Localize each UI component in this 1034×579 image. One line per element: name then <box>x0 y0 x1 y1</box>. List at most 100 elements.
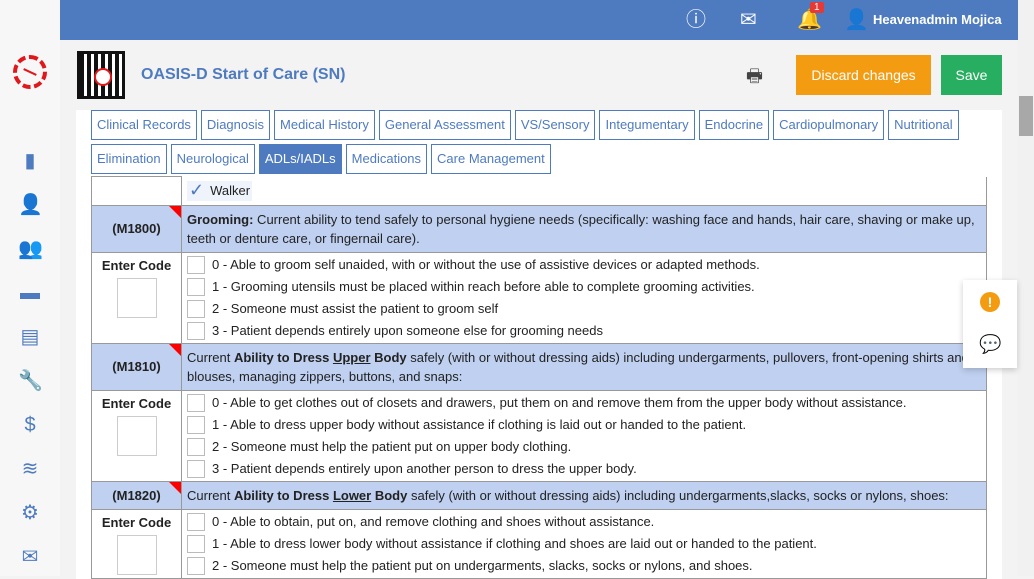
option-0[interactable]: 0 - Able to get clothes out of closets a… <box>182 392 986 414</box>
warning-icon[interactable]: ! <box>980 292 1000 312</box>
question-m1810-options: Enter Code 0 - Able to get clothes out o… <box>91 389 987 482</box>
option-label: 3 - Patient depends entirely upon anothe… <box>212 461 637 476</box>
scrollbar[interactable] <box>1018 0 1034 576</box>
qr-code <box>77 51 125 99</box>
question-m1820-options: Enter Code 0 - Able to obtain, put on, a… <box>91 508 987 579</box>
option-label: 0 - Able to groom self unaided, with or … <box>212 257 760 272</box>
mail-icon[interactable]: ✉ <box>18 545 42 569</box>
option-label: 2 - Someone must help the patient put on… <box>212 439 572 454</box>
page-title: OASIS-D Start of Care (SN) <box>141 66 346 83</box>
enter-code-input[interactable] <box>116 277 157 318</box>
question-m1810-header: (M1810) Current Ability to Dress Upper B… <box>91 342 987 391</box>
checkbox[interactable] <box>187 556 205 575</box>
option-label: 1 - Grooming utensils must be placed wit… <box>212 279 755 294</box>
checkbox[interactable] <box>187 299 205 318</box>
mail-icon[interactable]: ✉ <box>740 8 757 32</box>
oasis-form-table: ✓ Walker (M1800) Grooming: Current abilit… <box>91 176 987 579</box>
top-bar: ⓘ ✉ 🔔 1 👤 Heavenadmin Mojica <box>60 0 1018 40</box>
question-text: Current Ability to Dress Upper Body safe… <box>181 342 987 391</box>
enter-code-input[interactable] <box>116 415 157 456</box>
question-m1800-header: (M1800) Grooming: Current ability to ten… <box>91 204 987 253</box>
option-3[interactable]: 3 - Patient depends entirely upon anothe… <box>182 458 986 480</box>
option-label: 2 - Someone must help the patient put on… <box>212 558 753 573</box>
option-label: 3 - Patient depends entirely upon someon… <box>212 323 603 338</box>
option-3[interactable]: 3 - Patient depends entirely upon someon… <box>182 320 986 342</box>
checkbox[interactable] <box>187 393 205 412</box>
question-m1820-header: (M1820) Current Ability to Dress Lower B… <box>91 480 987 510</box>
checkbox[interactable] <box>187 255 205 274</box>
enter-code-input[interactable] <box>116 534 157 575</box>
checkbox[interactable] <box>187 459 205 478</box>
tab-endocrine[interactable]: Endocrine <box>698 110 770 140</box>
app-logo[interactable] <box>13 55 47 89</box>
tab-elimination[interactable]: Elimination <box>91 144 167 174</box>
help-icon[interactable]: ⓘ <box>686 8 706 32</box>
tab-medical-history[interactable]: Medical History <box>274 110 375 140</box>
question-code: (M1820) <box>91 480 182 510</box>
checkbox[interactable] <box>187 415 205 434</box>
tab-clinical-records[interactable]: Clinical Records <box>91 110 197 140</box>
question-m1800-options: Enter Code 0 - Able to groom self unaide… <box>91 251 987 344</box>
option-label: 0 - Able to get clothes out of closets a… <box>212 395 907 410</box>
checkbox[interactable] <box>187 534 205 553</box>
tab-cardiopulmonary[interactable]: Cardiopulmonary <box>773 110 885 140</box>
option-0[interactable]: 0 - Able to groom self unaided, with or … <box>182 254 986 276</box>
tab-medications[interactable]: Medications <box>345 144 428 174</box>
discard-changes-button[interactable]: Discard changes <box>796 55 931 95</box>
option-2[interactable]: 2 - Someone must help the patient put on… <box>182 436 986 458</box>
users-icon[interactable]: 👥 <box>18 237 43 261</box>
option-2[interactable]: 2 - Someone must assist the patient to g… <box>182 298 986 320</box>
walker-label: Walker <box>210 183 251 198</box>
tab-neurological[interactable]: Neurological <box>170 144 255 174</box>
option-0[interactable]: 0 - Able to obtain, put on, and remove c… <box>182 511 986 533</box>
option-label: 1 - Able to dress lower body without ass… <box>212 536 817 551</box>
tab-adls-iadls[interactable]: ADLs/IADLs <box>258 144 342 174</box>
tab-vs-sensory[interactable]: VS/Sensory <box>514 110 596 140</box>
option-label: 2 - Someone must assist the patient to g… <box>212 301 499 316</box>
option-1[interactable]: 1 - Able to dress upper body without ass… <box>182 414 986 436</box>
notification-badge: 1 <box>810 2 824 13</box>
enter-code-label: Enter Code <box>101 395 172 411</box>
document-icon[interactable]: ▤ <box>18 325 42 349</box>
floating-actions: ! 💬 <box>963 280 1017 368</box>
page-header: OASIS-D Start of Care (SN) 🖶 Discard cha… <box>60 40 1018 110</box>
option-label: 0 - Able to obtain, put on, and remove c… <box>212 514 655 529</box>
option-1[interactable]: 1 - Able to dress lower body without ass… <box>182 533 986 555</box>
chart-icon[interactable]: ▮ <box>18 149 42 173</box>
chat-icon[interactable]: 💬 <box>979 334 1001 355</box>
question-text: Grooming: Current ability to tend safely… <box>181 204 987 253</box>
checkbox[interactable] <box>187 512 205 531</box>
walker-option[interactable]: ✓ Walker <box>187 180 253 201</box>
checkbox[interactable] <box>187 277 205 296</box>
check-icon: ✓ <box>189 180 205 200</box>
tab-general-assessment[interactable]: General Assessment <box>378 110 511 140</box>
tab-integumentary[interactable]: Integumentary <box>599 110 695 140</box>
wrench-icon[interactable]: 🔧 <box>18 369 43 393</box>
folder-add-icon[interactable]: ▬ <box>18 281 42 305</box>
user-icon[interactable]: 👤 <box>844 8 869 32</box>
tab-diagnosis[interactable]: Diagnosis <box>200 110 271 140</box>
scrollbar-thumb[interactable] <box>1019 96 1033 136</box>
gear-icon[interactable]: ⚙ <box>18 501 42 525</box>
user-name[interactable]: Heavenadmin Mojica <box>873 12 1002 27</box>
section-tabs: Clinical Records Diagnosis Medical History… <box>91 110 991 176</box>
walker-row: ✓ Walker <box>91 176 987 206</box>
option-1[interactable]: 1 - Grooming utensils must be placed wit… <box>182 276 986 298</box>
save-button[interactable]: Save <box>941 55 1002 95</box>
option-2[interactable]: 2 - Someone must help the patient put on… <box>182 555 986 577</box>
tab-nutritional[interactable]: Nutritional <box>888 110 959 140</box>
question-code: (M1800) <box>91 204 182 253</box>
layers-icon[interactable]: ≋ <box>18 457 42 481</box>
question-code: (M1810) <box>91 342 182 391</box>
question-text: Current Ability to Dress Lower Body safe… <box>181 480 987 510</box>
print-icon[interactable]: 🖶 <box>746 64 763 94</box>
enter-code-label: Enter Code <box>101 514 172 530</box>
option-label: 1 - Able to dress upper body without ass… <box>212 417 747 432</box>
checkbox[interactable] <box>187 437 205 456</box>
enter-code-label: Enter Code <box>101 257 172 273</box>
user-add-icon[interactable]: 👤 <box>18 193 43 217</box>
sidebar: ▮ 👤 👥 ▬ ▤ 🔧 $ ≋ ⚙ ✉ <box>0 0 60 576</box>
checkbox[interactable] <box>187 321 205 340</box>
tab-care-management[interactable]: Care Management <box>431 144 551 174</box>
dollar-icon[interactable]: $ <box>18 413 42 437</box>
